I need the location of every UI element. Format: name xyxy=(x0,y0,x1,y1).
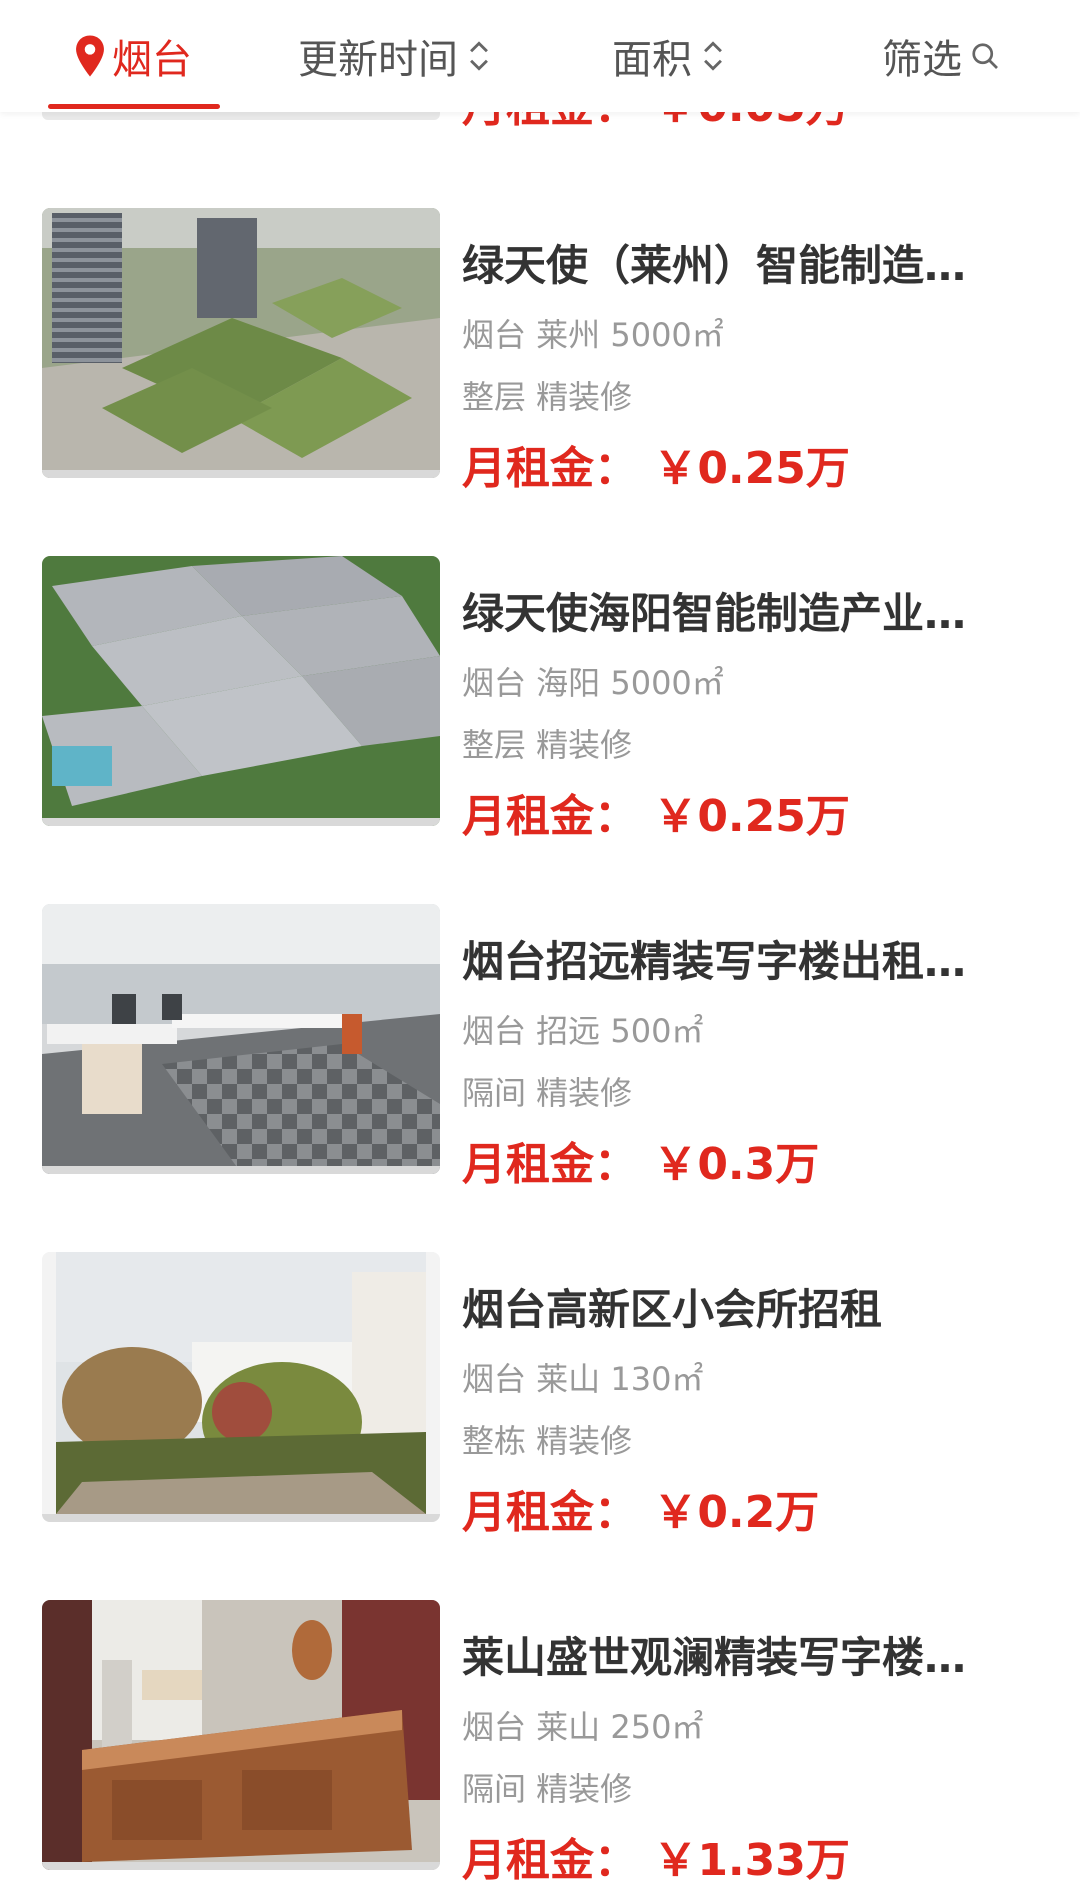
listing-location-size: 烟台 莱州 5000㎡ xyxy=(462,316,724,354)
listing-card[interactable]: 烟台高新区小会所招租 烟台 莱山 130㎡ 整栋 精装修 月租金： ￥0.2万 xyxy=(0,1252,1080,1552)
listing-location-size: 烟台 莱山 130㎡ xyxy=(462,1360,704,1398)
sort-arrows-icon xyxy=(470,41,488,71)
listing-tags: 整栋 精装修 xyxy=(462,1422,633,1460)
sort-by-update-time[interactable]: 更新时间 xyxy=(298,28,492,84)
listing-location-size: 烟台 海阳 5000㎡ xyxy=(462,664,724,702)
listing-title: 烟台招远精装写字楼出租… xyxy=(462,937,967,986)
city-tab-underline xyxy=(48,104,220,109)
listing-thumbnail-factory-park xyxy=(42,556,440,826)
listing-price: 月租金： ￥0.25万 xyxy=(462,443,850,494)
location-pin-icon xyxy=(76,35,104,77)
city-selector[interactable]: 烟台 xyxy=(72,28,192,84)
listing-tags: 整层 精装修 xyxy=(462,726,633,764)
listing-thumbnail-industrial-park xyxy=(42,208,440,478)
listing-title: 莱山盛世观澜精装写字楼… xyxy=(462,1633,967,1682)
sort-area-label: 面积 xyxy=(612,37,692,83)
filter-label: 筛选 xyxy=(882,37,962,83)
listing-price: 月租金： ￥1.33万 xyxy=(462,1835,850,1886)
listing-card[interactable]: 烟台招远精装写字楼出租… 烟台 招远 500㎡ 隔间 精装修 月租金： ￥0.3… xyxy=(0,904,1080,1204)
listing-location-size: 烟台 莱山 250㎡ xyxy=(462,1708,704,1746)
listing-title: 烟台高新区小会所招租 xyxy=(462,1285,883,1334)
listing-thumbnail-office-desk xyxy=(42,1600,440,1870)
listing-tags: 隔间 精装修 xyxy=(462,1074,633,1112)
listing-card[interactable]: 莱山盛世观澜精装写字楼… 烟台 莱山 250㎡ 隔间 精装修 月租金： ￥1.3… xyxy=(0,1600,1080,1888)
listing-tags: 隔间 精装修 xyxy=(462,1770,633,1808)
sort-arrows-icon xyxy=(704,41,722,71)
sort-time-label: 更新时间 xyxy=(298,37,458,83)
listing-thumbnail-office xyxy=(42,904,440,1174)
listing-card[interactable]: 绿天使（莱州）智能制造… 烟台 莱州 5000㎡ 整层 精装修 月租金： ￥0.… xyxy=(0,208,1080,508)
search-icon xyxy=(972,43,998,69)
listing-card[interactable]: 绿天使海阳智能制造产业… 烟台 海阳 5000㎡ 整层 精装修 月租金： ￥0.… xyxy=(0,556,1080,856)
filter-button[interactable]: 筛选 xyxy=(882,28,1000,84)
filter-bar: 烟台 更新时间 面积 筛选 xyxy=(0,0,1080,112)
city-label: 烟台 xyxy=(112,37,192,83)
listing-location-size: 烟台 招远 500㎡ xyxy=(462,1012,704,1050)
listing-title: 绿天使海阳智能制造产业… xyxy=(462,589,967,638)
listing-price: 月租金： ￥0.3万 xyxy=(462,1139,820,1190)
listing-thumbnail-courtyard xyxy=(42,1252,440,1522)
listing-title: 绿天使（莱州）智能制造… xyxy=(462,241,967,290)
listing-price: 月租金： ￥0.25万 xyxy=(462,791,850,842)
listing-price: 月租金： ￥0.2万 xyxy=(462,1487,820,1538)
sort-by-area[interactable]: 面积 xyxy=(612,28,726,84)
listing-tags: 整层 精装修 xyxy=(462,378,633,416)
